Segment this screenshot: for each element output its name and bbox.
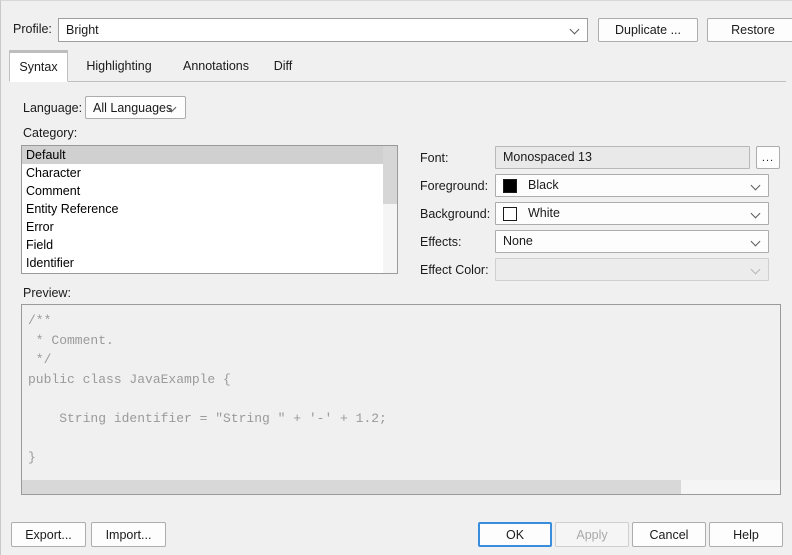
tab-syntax[interactable]: Syntax <box>9 50 68 82</box>
chevron-down-icon <box>168 103 177 112</box>
color-swatch-icon <box>503 207 517 221</box>
background-row: Background: White <box>420 202 780 230</box>
effects-label: Effects: <box>420 235 461 249</box>
preview-pane[interactable]: /** * Comment. */ public class JavaExamp… <box>21 304 781 495</box>
font-label: Font: <box>420 151 449 165</box>
language-label: Language: <box>23 101 82 115</box>
chevron-down-icon <box>752 237 761 246</box>
language-value: All Languages <box>93 101 172 115</box>
duplicate-button[interactable]: Duplicate ... <box>598 18 698 42</box>
list-item[interactable]: Field <box>22 236 397 254</box>
scrollbar-thumb[interactable] <box>383 146 397 204</box>
category-list-scrollbar[interactable] <box>383 146 397 273</box>
effect-color-combobox <box>495 258 769 281</box>
profile-combobox[interactable]: Bright <box>58 18 588 42</box>
list-item[interactable]: Character <box>22 164 397 182</box>
apply-button: Apply <box>555 522 629 547</box>
tab-highlighting[interactable]: Highlighting <box>71 50 167 82</box>
list-item[interactable]: Default <box>22 146 397 164</box>
language-combobox[interactable]: All Languages <box>85 96 186 119</box>
chevron-down-icon <box>752 181 761 190</box>
preview-label: Preview: <box>23 286 71 300</box>
chevron-down-icon <box>571 25 580 34</box>
effects-combobox[interactable]: None <box>495 230 769 253</box>
effect-color-label: Effect Color: <box>420 263 489 277</box>
profile-row: Profile: Bright Duplicate ... Restore <box>13 18 781 42</box>
tab-bar: Syntax Highlighting Annotations Diff <box>9 50 786 82</box>
restore-button[interactable]: Restore <box>707 18 792 42</box>
list-item[interactable]: Identifier <box>22 254 397 272</box>
preferences-dialog: Profile: Bright Duplicate ... Restore Sy… <box>0 0 792 555</box>
chevron-down-icon <box>752 265 761 274</box>
font-field[interactable]: Monospaced 13 <box>495 146 750 169</box>
font-browse-button[interactable]: ... <box>756 146 780 169</box>
ok-button[interactable]: OK <box>478 522 552 547</box>
profile-value: Bright <box>66 23 99 37</box>
foreground-row: Foreground: Black <box>420 174 780 202</box>
color-swatch-icon <box>503 179 517 193</box>
category-list[interactable]: Default Character Comment Entity Referen… <box>21 145 398 274</box>
background-combobox[interactable]: White <box>495 202 769 225</box>
help-button[interactable]: Help <box>709 522 783 547</box>
effects-value: None <box>503 234 533 248</box>
scrollbar-thumb[interactable] <box>22 480 681 494</box>
list-item[interactable]: Comment <box>22 182 397 200</box>
tab-diff[interactable]: Diff <box>263 50 303 82</box>
list-item[interactable]: Error <box>22 218 397 236</box>
list-item[interactable]: Entity Reference <box>22 200 397 218</box>
preview-code: /** * Comment. */ public class JavaExamp… <box>28 311 387 467</box>
cancel-button[interactable]: Cancel <box>632 522 706 547</box>
profile-label: Profile: <box>13 22 52 36</box>
font-value: Monospaced 13 <box>503 150 592 164</box>
chevron-down-icon <box>752 209 761 218</box>
export-button[interactable]: Export... <box>11 522 86 547</box>
foreground-value: Black <box>528 178 559 192</box>
style-settings-panel: Font: Monospaced 13 ... Foreground: Blac… <box>420 146 780 286</box>
foreground-combobox[interactable]: Black <box>495 174 769 197</box>
background-label: Background: <box>420 207 490 221</box>
category-label: Category: <box>23 126 77 140</box>
tab-annotations[interactable]: Annotations <box>169 50 263 82</box>
font-row: Font: Monospaced 13 ... <box>420 146 780 174</box>
foreground-label: Foreground: <box>420 179 488 193</box>
preview-horizontal-scrollbar[interactable] <box>22 480 780 494</box>
effect-color-row: Effect Color: <box>420 258 780 286</box>
import-button[interactable]: Import... <box>91 522 166 547</box>
background-value: White <box>528 206 560 220</box>
effects-row: Effects: None <box>420 230 780 258</box>
